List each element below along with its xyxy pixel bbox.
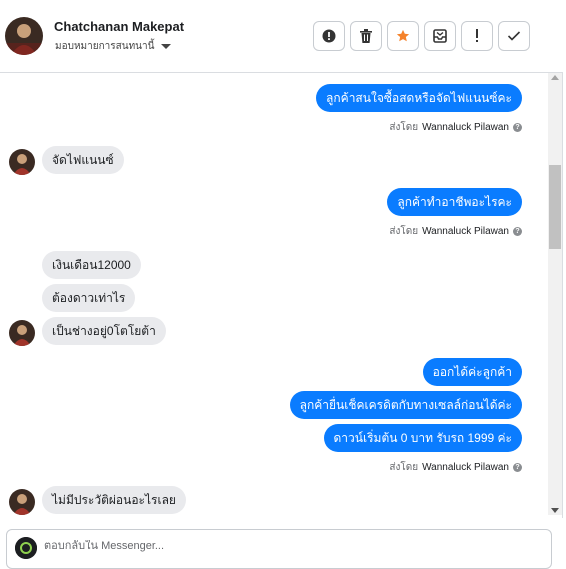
conversation-panel: Chatchanan Makepat มอบหมายการสนทนานี้ ลู… [0,0,563,569]
sent-by-agent[interactable]: Wannaluck Pilawan [422,122,509,133]
assign-label: มอบหมายการสนทนานี้ [55,41,155,52]
help-icon[interactable]: ? [513,463,522,472]
header-actions [313,21,530,51]
message-incoming[interactable]: จัดไฟแนนซ์ [42,146,124,174]
delete-button[interactable] [350,21,382,51]
contact-avatar-small[interactable] [9,489,35,515]
sent-by-label: ส่งโดย Wannaluck Pilawan ? [389,224,522,239]
contact-avatar-small[interactable] [9,320,35,346]
message-incoming[interactable]: ต้องดาวเท่าไร [42,284,136,312]
report-button[interactable] [313,21,345,51]
caret-down-icon [161,44,172,49]
reply-input[interactable] [44,540,444,552]
page-avatar [15,537,37,559]
reply-area [0,518,563,569]
message-outgoing[interactable]: ลูกค้ายื่นเช็คเครดิตกับทางเซลล์ก่อนได้ค่… [289,391,522,419]
check-icon [507,31,521,41]
reply-box[interactable] [6,529,552,569]
contact-name[interactable]: Chatchanan Makepat [54,19,184,34]
contact-avatar-small[interactable] [9,149,35,175]
message-outgoing[interactable]: ลูกค้าสนใจซื้อสดหรือจัดไฟแนนซ์คะ [316,84,522,112]
message-incoming[interactable]: เป็นช่างอยู่0โตโยต้า [42,317,166,345]
sent-by-prefix: ส่งโดย [389,122,419,133]
help-icon[interactable]: ? [513,123,522,132]
help-icon[interactable]: ? [513,227,522,236]
star-button[interactable] [387,21,419,51]
contact-avatar[interactable] [5,17,43,55]
sent-by-agent[interactable]: Wannaluck Pilawan [422,226,509,237]
sent-by-prefix: ส่งโดย [389,462,419,473]
message-outgoing[interactable]: ออกได้ค่ะลูกค้า [422,358,522,386]
conversation-header: Chatchanan Makepat มอบหมายการสนทนานี้ [0,0,563,73]
sent-by-label: ส่งโดย Wannaluck Pilawan ? [389,460,522,475]
archive-icon [433,29,447,43]
star-icon [396,29,410,42]
sent-by-prefix: ส่งโดย [389,226,419,237]
scroll-down-arrow-icon[interactable] [551,508,559,513]
message-outgoing[interactable]: ลูกค้าทำอาชีพอะไรคะ [387,188,522,216]
message-thread[interactable]: ลูกค้าสนใจซื้อสดหรือจัดไฟแนนซ์คะ ส่งโดย … [0,73,548,515]
mark-spam-button[interactable] [461,21,493,51]
mark-done-button[interactable] [498,21,530,51]
message-outgoing[interactable]: ดาวน์เริ่มต้น 0 บาท รับรถ 1999 ค่ะ [323,424,522,452]
trash-icon [360,29,372,43]
scroll-up-arrow-icon[interactable] [551,75,559,80]
exclamation-icon [476,29,478,42]
thread-scrollbar[interactable] [548,73,562,515]
assign-conversation-dropdown[interactable]: มอบหมายการสนทนานี้ [55,39,172,54]
alert-circle-icon [322,29,336,43]
message-incoming[interactable]: เงินเดือน12000 [42,251,141,279]
message-incoming[interactable]: ไม่มีประวัติผ่อนอะไรเลย [42,486,186,514]
sent-by-agent[interactable]: Wannaluck Pilawan [422,462,509,473]
scrollbar-thumb[interactable] [549,165,561,249]
archive-button[interactable] [424,21,456,51]
sent-by-label: ส่งโดย Wannaluck Pilawan ? [389,120,522,135]
